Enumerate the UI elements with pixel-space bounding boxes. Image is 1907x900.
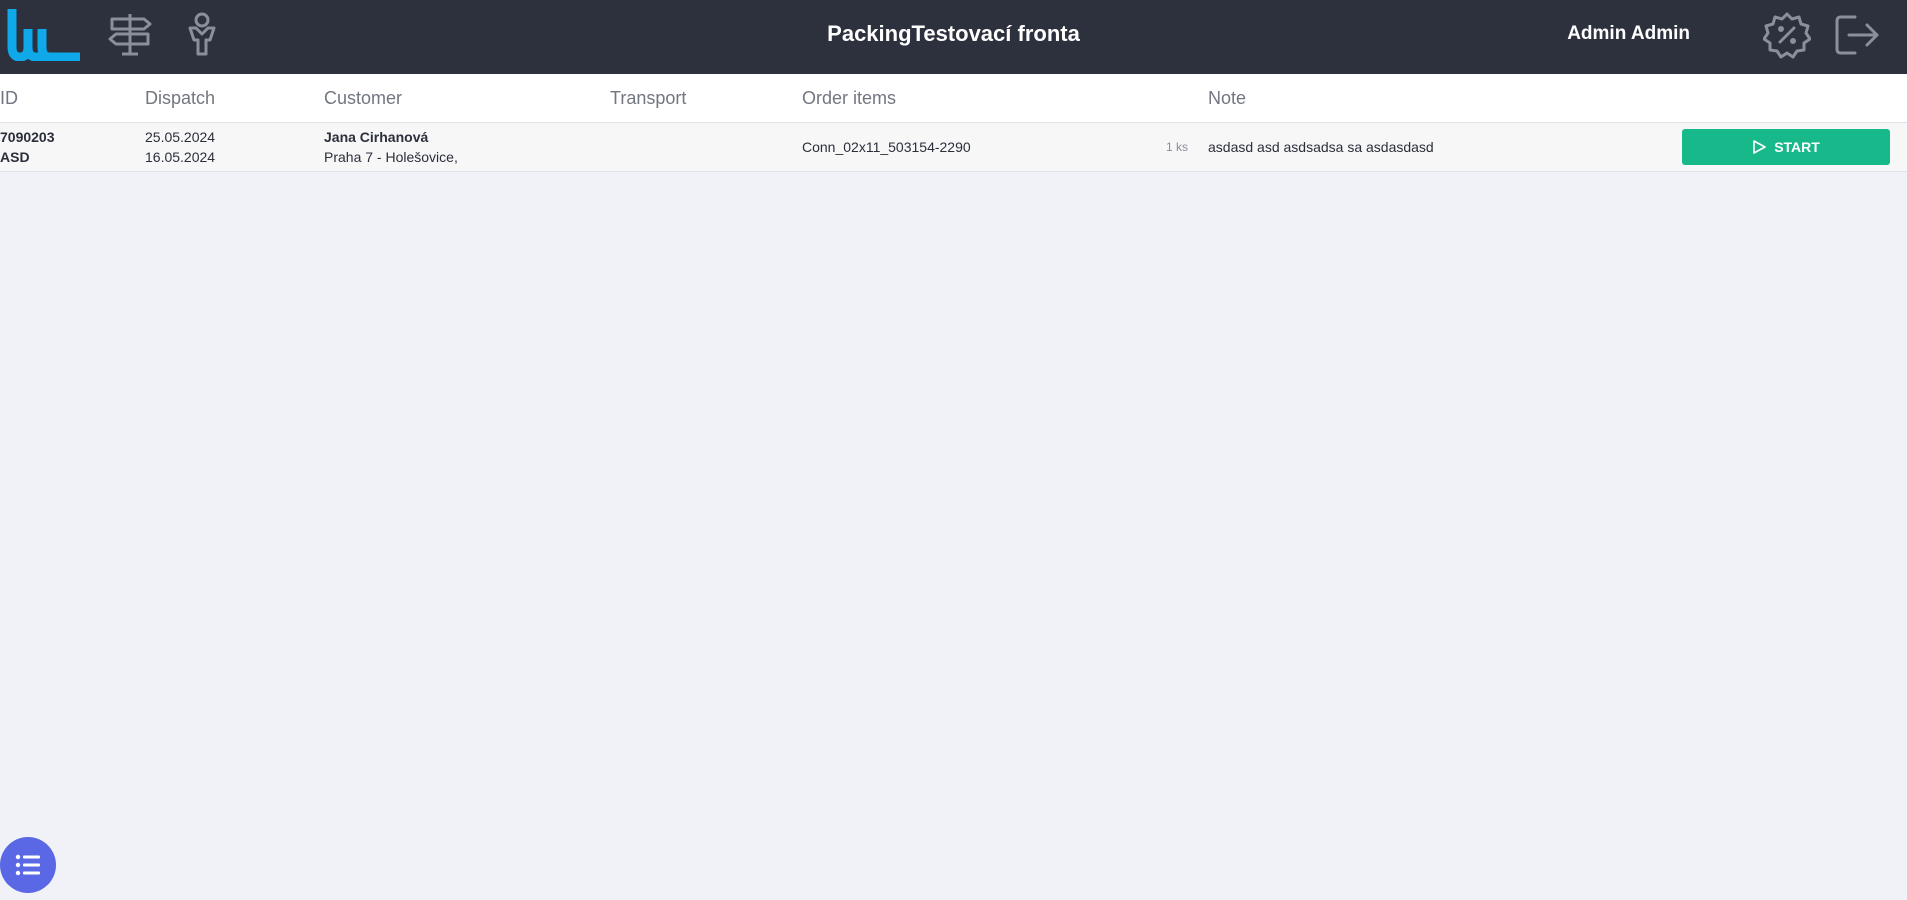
item-quantity: 1 ks xyxy=(1166,140,1189,154)
order-date: 16.05.2024 xyxy=(145,149,216,165)
user-name: Admin Admin xyxy=(1567,23,1690,44)
column-dispatch[interactable]: Dispatch xyxy=(145,88,215,109)
order-id: 7090203 xyxy=(0,129,55,145)
column-note[interactable]: Note xyxy=(1208,88,1246,109)
play-icon xyxy=(1753,140,1766,154)
order-note: asdasd asd asdsadsa sa asdasdasd xyxy=(1208,139,1434,155)
column-transport[interactable]: Transport xyxy=(610,88,686,109)
column-customer[interactable]: Customer xyxy=(324,88,402,109)
list-icon xyxy=(15,854,40,876)
list-menu-button[interactable] xyxy=(0,837,56,893)
column-id[interactable]: ID xyxy=(0,88,18,109)
dispatch-date: 25.05.2024 xyxy=(145,129,216,145)
top-bar: PackingTestovací fronta Admin Admin xyxy=(0,0,1907,74)
start-button-label: START xyxy=(1774,139,1820,155)
table-header: ID Dispatch Customer Transport Order ite… xyxy=(0,74,1907,123)
order-item: Conn_02x11_503154-2290 xyxy=(802,139,971,155)
customer-name: Jana Cirhanová xyxy=(324,129,429,145)
start-button[interactable]: START xyxy=(1682,129,1890,165)
column-order-items[interactable]: Order items xyxy=(802,88,896,109)
customer-address: Praha 7 - Holešovice, xyxy=(324,149,458,165)
table-row[interactable]: 7090203 ASD 25.05.2024 16.05.2024 Jana C… xyxy=(0,123,1907,172)
settings-icon[interactable] xyxy=(1763,11,1811,59)
logout-icon[interactable] xyxy=(1833,11,1881,59)
order-code: ASD xyxy=(0,149,30,165)
